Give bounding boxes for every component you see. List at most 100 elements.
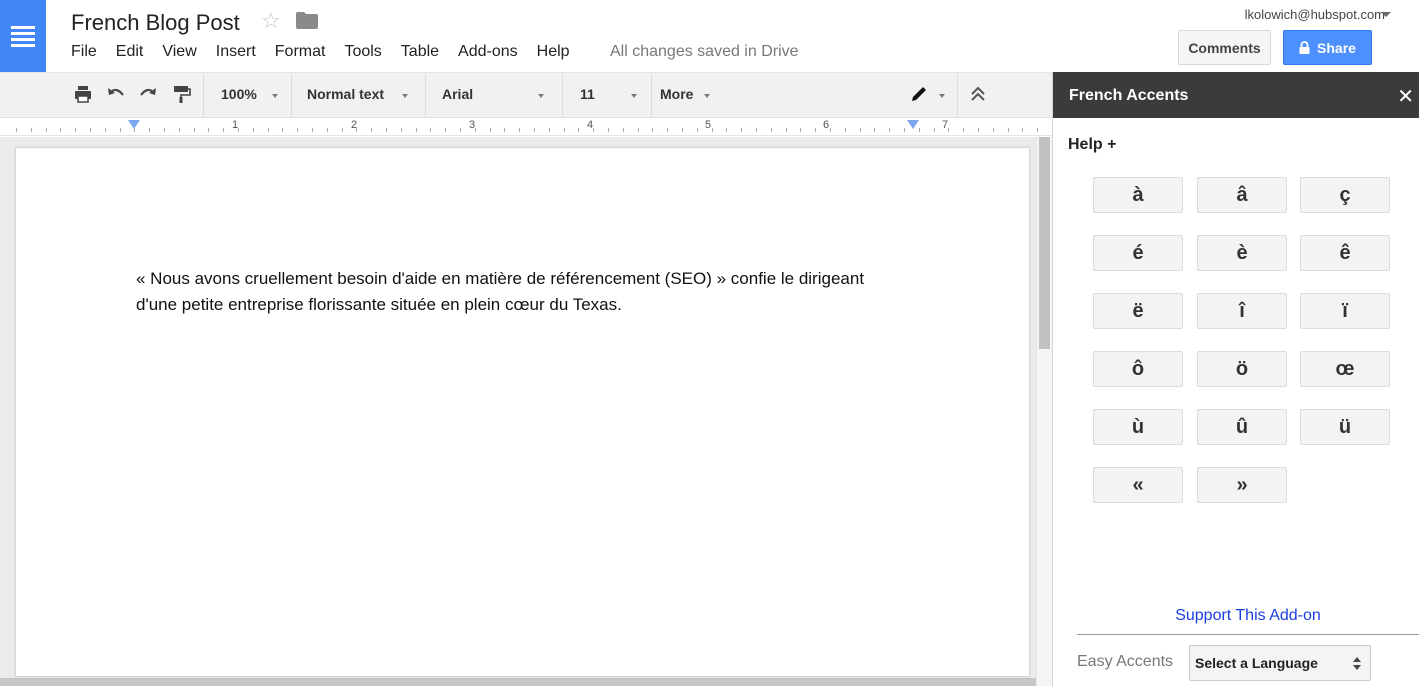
ruler-tick (297, 128, 298, 132)
menu-view[interactable]: View (162, 43, 196, 61)
ruler-tick (268, 128, 269, 132)
accent-button[interactable]: ë (1093, 293, 1183, 329)
font-select[interactable]: Arial (442, 86, 473, 102)
zoom-select[interactable]: 100% (221, 86, 257, 102)
chevron-down-icon[interactable] (402, 94, 408, 98)
menu-table[interactable]: Table (401, 43, 439, 61)
accent-button[interactable]: ê (1300, 235, 1390, 271)
accent-button[interactable]: » (1197, 467, 1287, 503)
folder-icon[interactable] (296, 12, 318, 29)
document-paragraph[interactable]: « Nous avons cruellement besoin d'aide e… (136, 266, 876, 318)
accent-button[interactable]: ï (1300, 293, 1390, 329)
support-link[interactable]: Support This Add-on (1053, 607, 1419, 625)
app-header: French Blog Post ☆ File Edit View Insert… (0, 0, 1419, 72)
menu-format[interactable]: Format (275, 43, 326, 61)
ruler-tick (416, 128, 417, 132)
accent-button[interactable]: é (1093, 235, 1183, 271)
horizontal-scrollbar[interactable] (0, 678, 1036, 686)
ruler-tick (741, 128, 742, 132)
ruler-tick (475, 128, 476, 132)
chevron-down-icon[interactable] (538, 94, 544, 98)
document-title[interactable]: French Blog Post (71, 10, 240, 36)
menu-edit[interactable]: Edit (116, 43, 144, 61)
accent-button[interactable]: ù (1093, 409, 1183, 445)
save-status[interactable]: All changes saved in Drive (610, 43, 799, 61)
ruler-tick (860, 128, 861, 132)
ruler-tick (919, 128, 920, 132)
ruler-tick (504, 128, 505, 132)
scrollbar-thumb[interactable] (1039, 137, 1050, 349)
share-button[interactable]: Share (1283, 30, 1372, 65)
language-select[interactable]: Select a Language (1189, 645, 1371, 681)
accent-button[interactable]: ü (1300, 409, 1390, 445)
star-icon[interactable]: ☆ (261, 8, 281, 34)
ruler-tick (208, 128, 209, 132)
accent-button[interactable]: è (1197, 235, 1287, 271)
chevron-down-icon[interactable] (272, 94, 278, 98)
easy-accents-label: Easy Accents (1077, 653, 1174, 670)
accent-button[interactable]: à (1093, 177, 1183, 213)
menu-addons[interactable]: Add-ons (458, 43, 518, 61)
redo-icon[interactable] (137, 83, 159, 105)
document-page[interactable]: « Nous avons cruellement besoin d'aide e… (15, 147, 1030, 677)
ruler-tick (356, 128, 357, 132)
french-accents-panel: French Accents ✕ Help + à â ç é è ê ë î … (1052, 72, 1419, 686)
ruler-tick (682, 128, 683, 132)
chevron-down-icon[interactable] (704, 94, 710, 98)
accent-button[interactable]: « (1093, 467, 1183, 503)
paint-format-icon[interactable] (170, 83, 192, 105)
vertical-scrollbar[interactable] (1036, 137, 1052, 686)
right-indent-marker[interactable] (907, 120, 919, 129)
accent-button[interactable]: œ (1300, 351, 1390, 387)
accent-button[interactable]: ô (1093, 351, 1183, 387)
ruler-tick (327, 128, 328, 132)
print-icon[interactable] (72, 83, 94, 105)
chevron-down-icon[interactable] (631, 94, 637, 98)
ruler-tick (934, 128, 935, 132)
menu-bar: File Edit View Insert Format Tools Table… (71, 43, 589, 61)
ruler-tick (386, 128, 387, 132)
menu-insert[interactable]: Insert (216, 43, 256, 61)
ruler-tick (697, 128, 698, 132)
ruler-tick (771, 128, 772, 132)
comments-button[interactable]: Comments (1178, 30, 1271, 65)
ruler-tick (578, 128, 579, 132)
ruler-tick (149, 128, 150, 132)
ruler-tick (16, 128, 17, 132)
ruler-tick (726, 128, 727, 132)
accent-button[interactable]: ç (1300, 177, 1390, 213)
accent-button[interactable]: û (1197, 409, 1287, 445)
menu-tools[interactable]: Tools (344, 43, 381, 61)
collapse-toolbar-icon[interactable] (967, 83, 989, 105)
lock-icon (1299, 41, 1310, 54)
close-icon[interactable]: ✕ (1397, 84, 1414, 109)
ruler-tick (978, 128, 979, 132)
ruler-tick (46, 128, 47, 132)
panel-divider (1077, 634, 1419, 635)
font-size-select[interactable]: 11 (580, 86, 595, 102)
ruler-tick (845, 128, 846, 132)
help-toggle[interactable]: Help + (1068, 136, 1116, 154)
menu-file[interactable]: File (71, 43, 97, 61)
ruler-tick (134, 128, 135, 132)
ruler-tick (120, 128, 121, 132)
menu-help[interactable]: Help (537, 43, 570, 61)
accent-button[interactable]: ö (1197, 351, 1287, 387)
chevron-down-icon[interactable] (1381, 12, 1391, 17)
ruler[interactable]: 1 2 3 4 5 6 7 (0, 118, 1052, 136)
ruler-tick (948, 128, 949, 132)
style-select[interactable]: Normal text (307, 86, 384, 102)
docs-home-icon[interactable] (0, 0, 46, 72)
ruler-tick (993, 128, 994, 132)
ruler-tick (445, 128, 446, 132)
pencil-icon[interactable] (908, 83, 930, 105)
ruler-tick (194, 128, 195, 132)
account-email[interactable]: lkolowich@hubspot.com (1245, 7, 1385, 22)
accent-button[interactable]: î (1197, 293, 1287, 329)
undo-icon[interactable] (105, 83, 127, 105)
document-canvas: « Nous avons cruellement besoin d'aide e… (0, 137, 1036, 686)
accent-button[interactable]: â (1197, 177, 1287, 213)
chevron-down-icon[interactable] (939, 94, 945, 98)
toolbar: 100% Normal text Arial 11 More (0, 72, 1052, 118)
more-menu[interactable]: More (660, 86, 693, 102)
